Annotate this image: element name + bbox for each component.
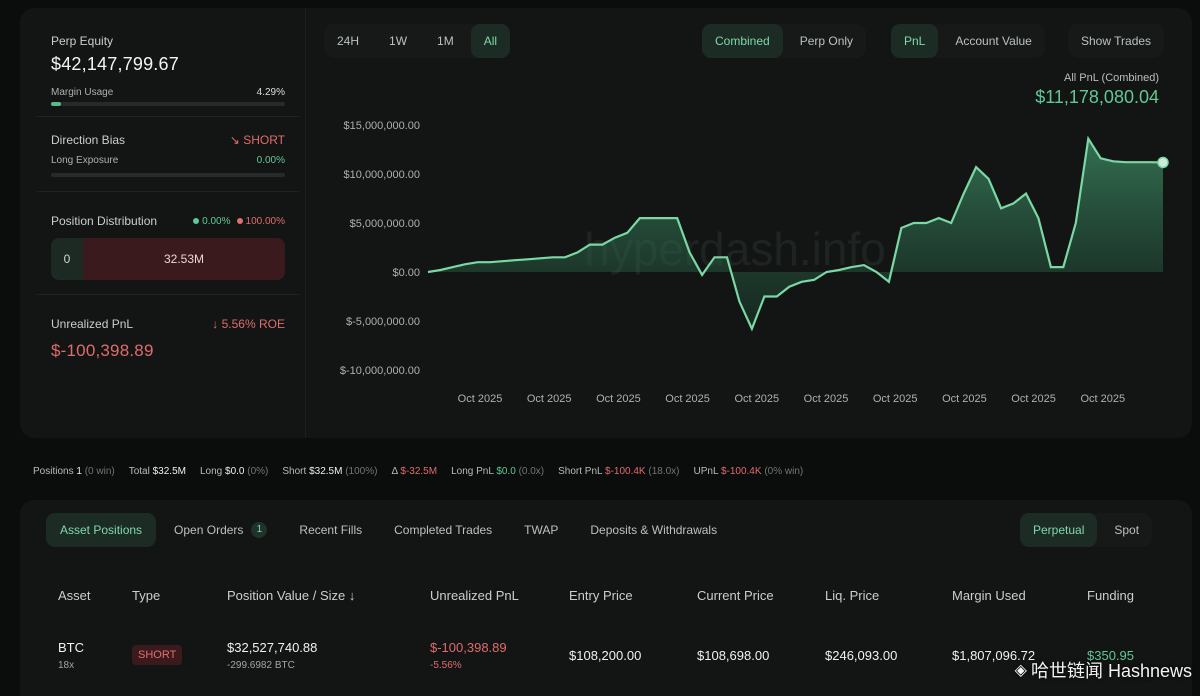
market-tabs: Perpetual Spot [1020, 513, 1153, 547]
col-unrealized-pnl[interactable]: Unrealized PnL [430, 588, 519, 603]
tab-spot[interactable]: Spot [1101, 513, 1152, 547]
row-leverage: 18x [58, 660, 75, 671]
stat-long-pnl: Long PnL $0.0 (0.0x) [451, 466, 545, 477]
tab-asset-positions[interactable]: Asset Positions [46, 513, 157, 547]
col-entry-price[interactable]: Entry Price [569, 588, 633, 603]
stat-short-pnl: Short PnL $-100.4K (18.0x) [558, 466, 680, 477]
row-current-price: $108,698.00 [697, 648, 770, 663]
col-asset[interactable]: Asset [58, 588, 91, 603]
y-tick-label: $5,000,000.00 [350, 218, 420, 230]
positions-stats-bar: Positions 1 (0 win) Total $32.5M Long $0… [33, 466, 803, 477]
y-tick-label: $-5,000,000.00 [346, 316, 420, 328]
x-tick-label: Oct 2025 [942, 393, 987, 405]
row-unrealized-pct: -5.56% [430, 660, 462, 671]
x-tick-label: Oct 2025 [458, 393, 503, 405]
y-tick-label: $0.00 [392, 267, 420, 279]
x-tick-label: Oct 2025 [665, 393, 710, 405]
diamond-logo-icon: ◈ [1014, 662, 1027, 679]
watermark-text: 哈世链闻 Hashnews [1030, 661, 1192, 681]
x-tick-label: Oct 2025 [873, 393, 918, 405]
tab-recent-fills[interactable]: Recent Fills [285, 513, 376, 547]
positions-tabs: Asset Positions Open Orders 1 Recent Fill… [46, 513, 731, 547]
tab-perpetual[interactable]: Perpetual [1020, 513, 1098, 547]
x-tick-label: Oct 2025 [1011, 393, 1056, 405]
short-type-badge: SHORT [132, 645, 183, 665]
row-liq-price: $246,093.00 [825, 648, 898, 663]
col-position-value-label: Position Value / Size [227, 588, 346, 603]
row-asset: BTC [58, 640, 84, 655]
y-tick-label: $-10,000,000.00 [340, 365, 420, 377]
y-tick-label: $15,000,000.00 [344, 120, 420, 132]
tab-completed-trades[interactable]: Completed Trades [380, 513, 506, 547]
stat-total: Total $32.5M [128, 466, 186, 477]
col-margin-used[interactable]: Margin Used [952, 588, 1026, 603]
tab-open-orders[interactable]: Open Orders 1 [160, 513, 281, 547]
row-position-size: -299.6982 BTC [227, 660, 295, 671]
stat-delta: Δ $-32.5M [391, 466, 438, 477]
col-liq-price[interactable]: Liq. Price [825, 588, 879, 603]
row-unrealized-pnl: $-100,398.89 [430, 640, 507, 655]
row-entry-price: $108,200.00 [569, 648, 642, 663]
y-tick-label: $10,000,000.00 [344, 169, 420, 181]
x-tick-label: Oct 2025 [734, 393, 779, 405]
pnl-chart: $15,000,000.00 $10,000,000.00 $5,000,000.0… [340, 120, 1169, 405]
row-position-value: $32,527,740.88 [227, 640, 318, 655]
x-tick-label: Oct 2025 [596, 393, 641, 405]
open-orders-badge: 1 [251, 522, 268, 538]
stat-upnl: UPnL $-100.4K (0% win) [693, 466, 804, 477]
tab-open-orders-label: Open Orders [174, 523, 244, 537]
x-tick-label: Oct 2025 [804, 393, 849, 405]
tab-twap[interactable]: TWAP [510, 513, 572, 547]
pnl-end-marker [1157, 156, 1169, 169]
col-funding[interactable]: Funding [1087, 588, 1134, 603]
col-type[interactable]: Type [132, 588, 160, 603]
col-position-value[interactable]: Position Value / Size ↓ [227, 588, 355, 603]
arrow-down-icon: ↓ [348, 588, 356, 603]
stat-long: Long $0.0 (0%) [199, 466, 269, 477]
x-tick-label: Oct 2025 [527, 393, 572, 405]
stat-positions: Positions 1 (0 win) [33, 466, 115, 477]
stat-short: Short $32.5M (100%) [282, 466, 378, 477]
col-current-price[interactable]: Current Price [697, 588, 774, 603]
hashnews-watermark: ◈ 哈世链闻 Hashnews [1015, 657, 1192, 683]
tab-deposits-withdrawals[interactable]: Deposits & Withdrawals [576, 513, 731, 547]
x-tick-label: Oct 2025 [1080, 393, 1125, 405]
